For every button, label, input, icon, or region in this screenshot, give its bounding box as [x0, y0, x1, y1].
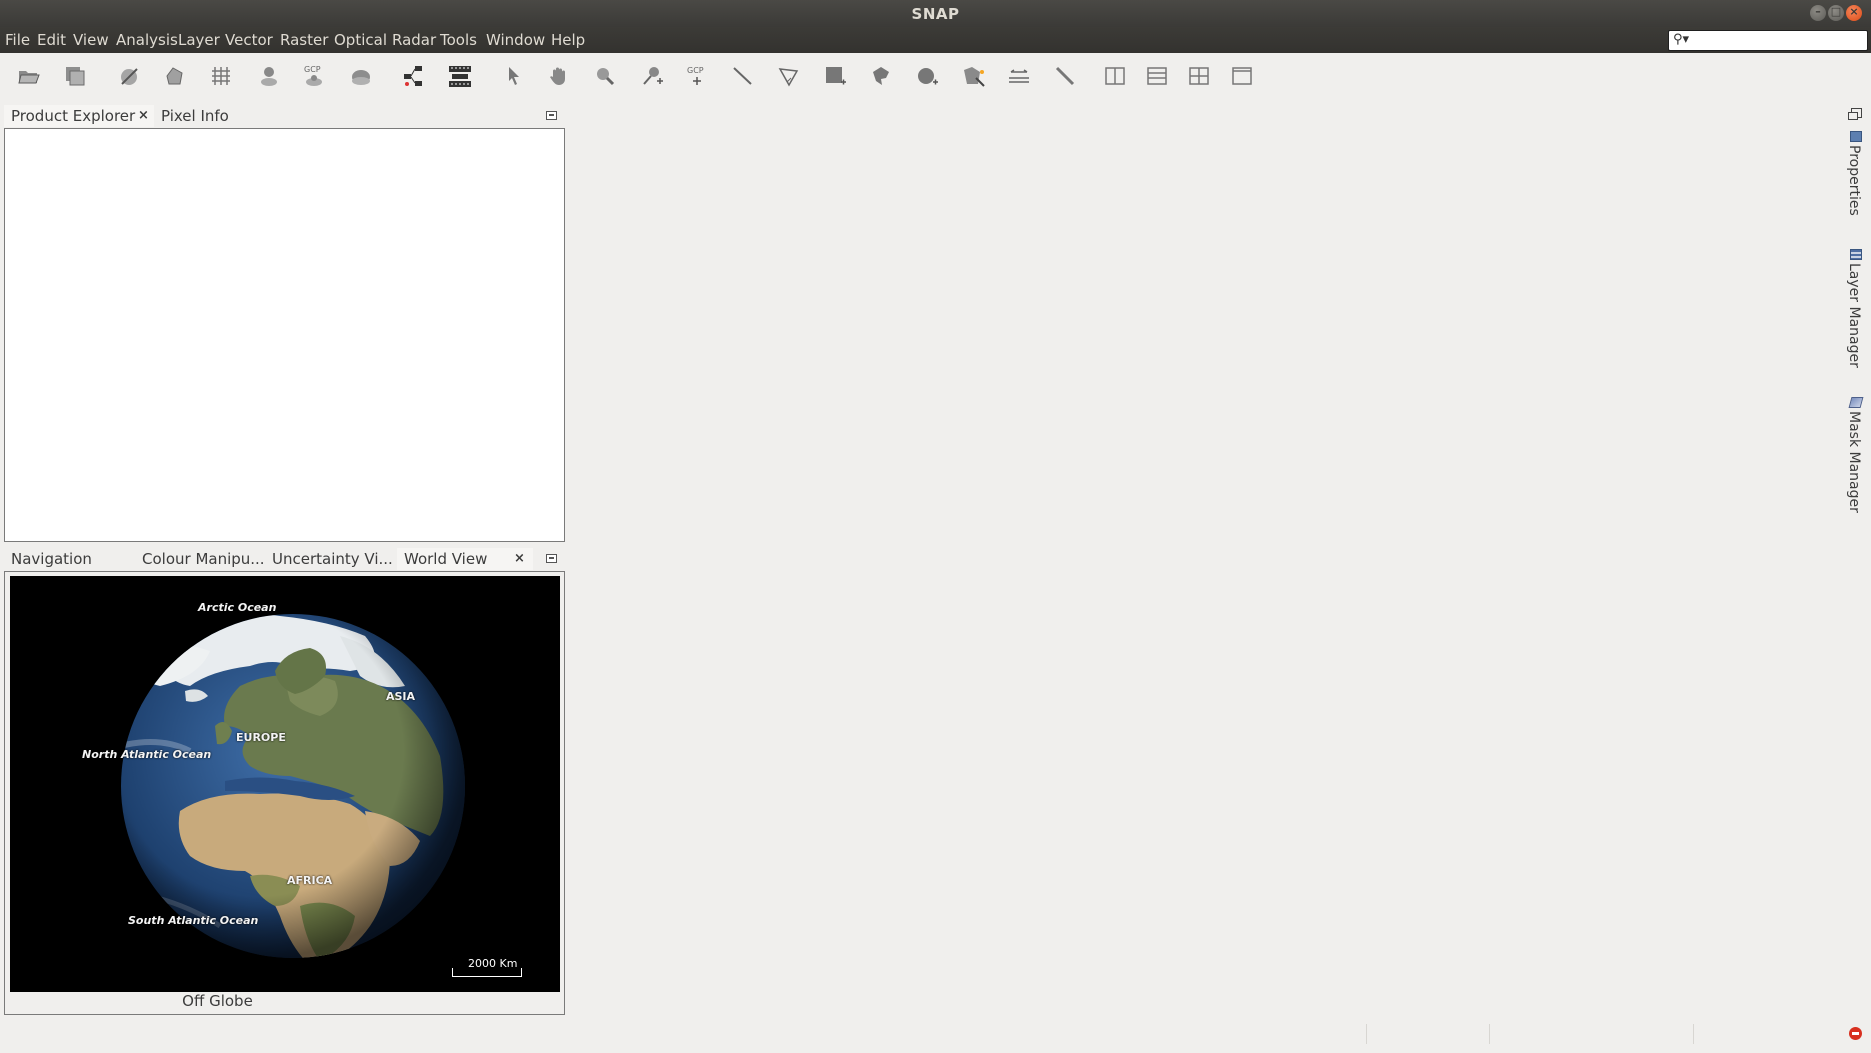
select-tool-icon[interactable] — [501, 63, 527, 89]
pin-placing-icon[interactable] — [639, 63, 665, 89]
restore-window-icon[interactable] — [1848, 108, 1862, 120]
tile-vertical-icon[interactable] — [1144, 63, 1170, 89]
rectangle-drawing-icon[interactable] — [822, 63, 848, 89]
window-title: SNAP — [911, 5, 960, 23]
world-map-icon[interactable] — [348, 63, 374, 89]
sidebar-tab-label: Mask Manager — [1846, 411, 1862, 513]
open-product-icon[interactable] — [16, 63, 42, 89]
menu-radar[interactable]: Radar — [392, 31, 436, 49]
magic-wand-icon[interactable] — [961, 63, 987, 89]
svg-text:GCP: GCP — [687, 66, 704, 75]
tab-label: Colour Manipu... — [142, 550, 265, 568]
minimize-panel-icon[interactable] — [546, 554, 557, 563]
menu-file[interactable]: File — [5, 31, 30, 49]
quick-search-input[interactable]: ⚲▾ — [1668, 30, 1868, 51]
status-divider — [1366, 1024, 1367, 1044]
sidebar-tab-layer-manager[interactable]: Layer Manager — [1842, 249, 1868, 379]
tab-label: Uncertainty Vi... — [272, 550, 393, 568]
graticule-icon[interactable] — [208, 63, 234, 89]
save-product-icon[interactable] — [62, 63, 88, 89]
line-drawing-icon[interactable] — [730, 63, 756, 89]
pin-icon[interactable] — [256, 63, 282, 89]
main-toolbar: GCP GCP — [0, 53, 1871, 98]
vector-icon[interactable] — [162, 63, 188, 89]
menu-analysis[interactable]: Analysis — [116, 31, 178, 49]
globe-label-europe: EUROPE — [236, 731, 286, 744]
polyline-drawing-icon[interactable] — [776, 63, 802, 89]
graph-builder-icon[interactable] — [400, 63, 426, 89]
world-view-panel: Arctic Ocean ASIA EUROPE North Atlantic … — [4, 571, 565, 1015]
sidebar-tab-mask-manager[interactable]: Mask Manager — [1842, 397, 1868, 527]
sidebar-tab-label: Properties — [1846, 145, 1862, 216]
close-tab-icon[interactable]: × — [138, 108, 149, 123]
gcp-icon[interactable]: GCP — [301, 63, 327, 89]
tab-pixel-info[interactable]: Pixel Info — [157, 105, 237, 127]
pan-tool-icon[interactable] — [546, 63, 572, 89]
status-bar — [0, 1018, 1871, 1053]
menu-bar: File Edit View Analysis Layer Vector Ras… — [0, 27, 1871, 53]
globe-label-north-atlantic: North Atlantic Ocean — [82, 748, 212, 761]
globe-image — [121, 614, 465, 958]
menu-tools[interactable]: Tools — [440, 31, 477, 49]
top-panel-tabs: Product Explorer × Pixel Info — [4, 105, 565, 127]
menu-edit[interactable]: Edit — [37, 31, 66, 49]
tab-colour-manipulation[interactable]: Colour Manipu... — [142, 548, 266, 570]
tab-uncertainty-visualisation[interactable]: Uncertainty Vi... — [272, 548, 398, 570]
product-explorer-tree[interactable] — [4, 128, 565, 542]
status-divider — [1489, 1024, 1490, 1044]
menu-help[interactable]: Help — [551, 31, 585, 49]
close-tab-icon[interactable]: × — [514, 551, 525, 566]
svg-text:GCP: GCP — [304, 65, 321, 74]
tab-label: Pixel Info — [161, 107, 229, 125]
sidebar-tab-label: Layer Manager — [1846, 263, 1862, 368]
tab-world-view[interactable]: World View — [397, 548, 533, 570]
globe-label-south-atlantic: South Atlantic Ocean — [128, 914, 259, 927]
world-view-globe[interactable]: Arctic Ocean ASIA EUROPE North Atlantic … — [10, 576, 560, 992]
layers-icon — [1850, 249, 1862, 260]
globe-status-text: Off Globe — [182, 992, 253, 1010]
batch-processing-icon[interactable] — [447, 63, 473, 89]
title-bar: SNAP – □ × — [0, 0, 1871, 27]
maximize-button[interactable]: □ — [1828, 5, 1844, 21]
tile-single-icon[interactable] — [1229, 63, 1255, 89]
minimize-button[interactable]: – — [1810, 5, 1826, 21]
menu-vector[interactable]: Vector — [225, 31, 273, 49]
tile-horizontal-icon[interactable] — [1102, 63, 1128, 89]
tab-product-explorer[interactable]: Product Explorer — [4, 105, 154, 127]
properties-icon — [1850, 131, 1862, 142]
tab-label: Navigation — [11, 550, 92, 568]
tab-label: World View — [404, 550, 488, 568]
mask-icon[interactable] — [116, 63, 142, 89]
measure-icon[interactable] — [1052, 63, 1078, 89]
range-finder-icon[interactable] — [1006, 63, 1032, 89]
polygon-drawing-icon[interactable] — [868, 63, 894, 89]
menu-layer[interactable]: Layer — [178, 31, 220, 49]
globe-label-arctic: Arctic Ocean — [198, 601, 277, 614]
status-divider — [1693, 1024, 1694, 1044]
menu-view[interactable]: View — [73, 31, 109, 49]
sidebar-tab-properties[interactable]: Properties — [1842, 131, 1868, 231]
mask-manager-icon — [1848, 397, 1864, 408]
bottom-panel-tabs: Navigation Colour Manipu... Uncertainty … — [4, 548, 565, 570]
tab-label: Product Explorer — [11, 107, 136, 125]
zoom-tool-icon[interactable] — [592, 63, 618, 89]
globe-label-africa: AFRICA — [287, 874, 333, 887]
tile-grid-icon[interactable] — [1186, 63, 1212, 89]
menu-optical[interactable]: Optical — [334, 31, 387, 49]
menu-raster[interactable]: Raster — [280, 31, 328, 49]
minimize-panel-icon[interactable] — [546, 111, 557, 120]
gcp-placing-icon[interactable]: GCP — [684, 63, 710, 89]
tab-navigation[interactable]: Navigation — [4, 548, 134, 570]
globe-label-asia: ASIA — [386, 690, 416, 703]
error-indicator-icon[interactable] — [1849, 1027, 1862, 1040]
scale-bar — [452, 968, 522, 977]
search-icon: ⚲▾ — [1673, 32, 1690, 47]
ellipse-drawing-icon[interactable] — [914, 63, 940, 89]
close-button[interactable]: × — [1846, 5, 1862, 21]
menu-window[interactable]: Window — [486, 31, 545, 49]
